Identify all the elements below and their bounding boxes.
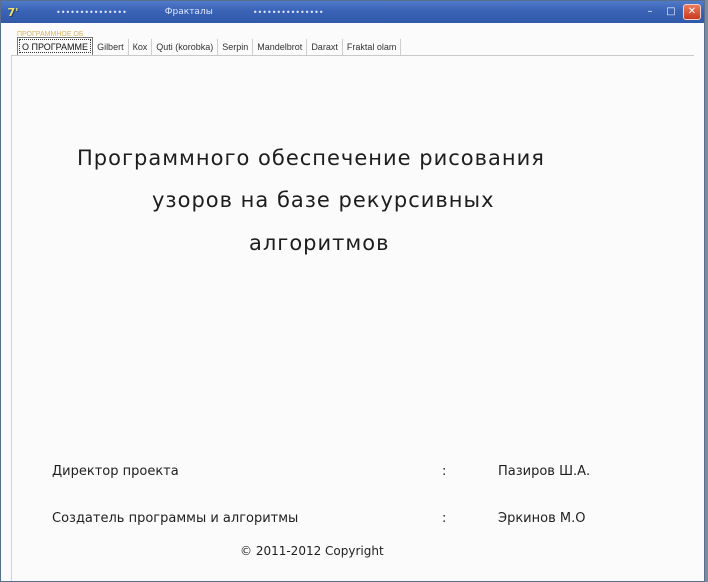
tab-fraktal-olam[interactable]: Fraktal olam [343,39,402,55]
director-label: Директор проекта [52,464,179,479]
about-heading-line-3: алгоритмов [249,231,390,255]
app-icon[interactable]: 7' [4,4,22,20]
tab-serpin[interactable]: Serpin [218,39,254,55]
app-window: 7' ••••••••••••••• Фракталы ••••••••••••… [0,0,705,582]
window-controls: – □ ✕ [641,4,701,20]
title-bar[interactable]: 7' ••••••••••••••• Фракталы ••••••••••••… [1,1,704,23]
title-left-dots: ••••••••••••••• [56,7,127,17]
maximize-icon: □ [666,6,676,17]
director-row: Директор проекта : Пазиров Ш.А. [12,464,694,484]
minimize-button[interactable]: – [641,4,659,20]
tab-bar: О ПРОГРАММЕ Gilbert Кох Quti (korobka) S… [17,37,402,55]
about-panel: Программного обеспечение рисования узоро… [11,56,694,581]
director-name: Пазиров Ш.А. [498,464,591,479]
creator-separator: : [442,511,447,526]
creator-label: Создатель программы и алгоритмы [52,511,299,526]
about-heading-line-2: узоров на базе рекурсивных [152,188,495,212]
creator-row: Создатель программы и алгоритмы : Эркино… [12,511,694,531]
about-heading-line-1: Программного обеспечение рисования [77,146,545,170]
close-icon: ✕ [687,6,697,17]
creator-name: Эркинов М.О [498,511,586,526]
director-separator: : [442,464,447,479]
tab-about[interactable]: О ПРОГРАММЕ [17,37,94,55]
copyright-text: © 2011-2012 Copyright [240,544,384,558]
minimize-icon: – [647,6,653,17]
tab-daraxt[interactable]: Daraxt [307,39,343,55]
maximize-button[interactable]: □ [662,4,680,20]
tab-quti-korobka[interactable]: Quti (korobka) [152,39,219,55]
tab-koch[interactable]: Кох [129,39,153,55]
tab-gilbert[interactable]: Gilbert [93,39,129,55]
tab-mandelbrot[interactable]: Mandelbrot [253,39,308,55]
window-title: Фракталы [164,7,213,17]
title-right-dots: ••••••••••••••• [252,7,324,17]
close-button[interactable]: ✕ [683,4,701,20]
